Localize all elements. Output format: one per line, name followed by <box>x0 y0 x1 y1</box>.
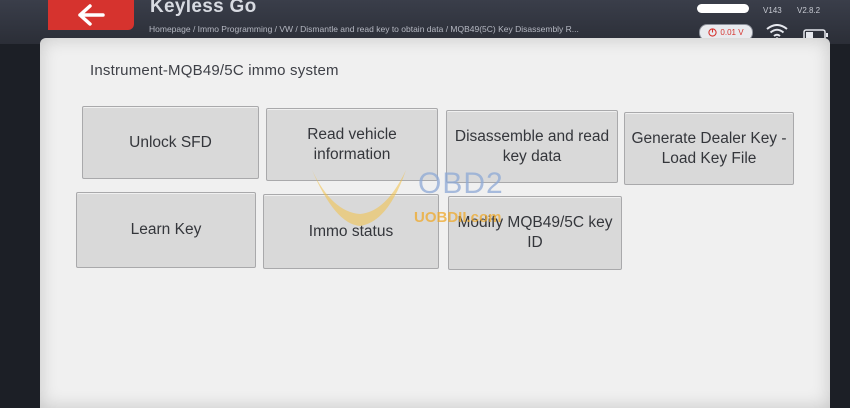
voltage-value: 0.01 V <box>720 28 744 37</box>
disassemble-read-key-data-button[interactable]: Disassemble and read key data <box>446 110 618 183</box>
app-title: Keyless Go <box>150 0 257 17</box>
back-button[interactable] <box>48 0 134 30</box>
unlock-sfd-button[interactable]: Unlock SFD <box>82 106 259 179</box>
immo-status-button[interactable]: Immo status <box>263 194 439 269</box>
back-arrow-icon <box>78 4 105 26</box>
power-icon <box>708 28 718 37</box>
section-title: Instrument-MQB49/5C immo system <box>90 62 339 79</box>
breadcrumb: Homepage / Immo Programming / VW / Disma… <box>149 24 579 34</box>
software-version-label: V2.8.2 <box>797 6 821 15</box>
learn-key-button[interactable]: Learn Key <box>76 192 256 268</box>
modify-key-id-button[interactable]: Modify MQB49/5C key ID <box>448 196 622 270</box>
read-vehicle-information-button[interactable]: Read vehicle information <box>266 108 438 181</box>
version-label: V143 <box>763 6 782 15</box>
generate-dealer-key-button[interactable]: Generate Dealer Key - Load Key File <box>624 112 794 185</box>
status-indicator <box>697 4 749 13</box>
